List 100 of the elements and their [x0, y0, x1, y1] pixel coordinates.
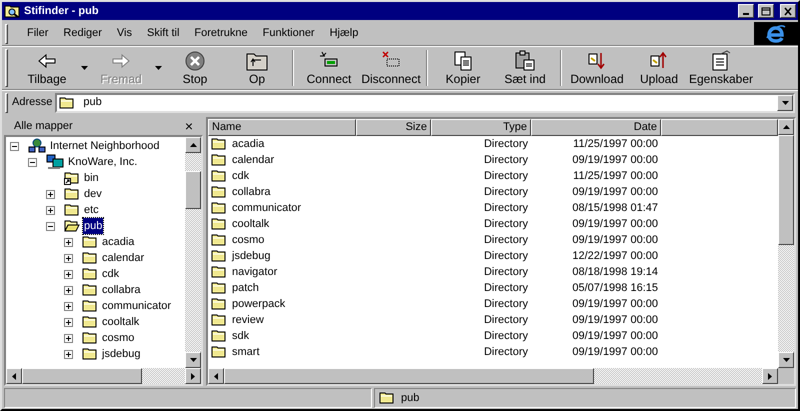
expand-button[interactable] — [64, 270, 73, 278]
menu-item[interactable]: Skift til — [140, 23, 186, 44]
menu-item[interactable]: Funktioner — [256, 23, 322, 44]
close-button[interactable] — [780, 4, 796, 18]
file-name[interactable]: cooltalk — [232, 216, 270, 232]
file-name[interactable]: communicator — [232, 200, 302, 216]
tree-item[interactable]: pub — [83, 218, 104, 234]
toolbar-button[interactable]: Tilbage — [16, 48, 78, 88]
expand-button[interactable] — [64, 254, 73, 262]
file-name[interactable]: navigator — [232, 264, 278, 280]
minus-icon — [30, 160, 35, 164]
scroll-left-button[interactable] — [208, 368, 224, 384]
toolbar-button[interactable]: Op — [226, 48, 288, 88]
vertical-scrollbar[interactable] — [778, 119, 794, 368]
file-name[interactable]: cdk — [232, 168, 250, 184]
toolbar-button[interactable]: Disconnect — [360, 48, 422, 88]
expand-button[interactable] — [46, 206, 55, 214]
expand-button[interactable] — [64, 302, 73, 310]
address-field[interactable]: pub — [55, 92, 795, 112]
toolbar-button[interactable]: Egenskaber — [690, 48, 752, 88]
vertical-scrollbar[interactable] — [185, 137, 201, 368]
expand-button[interactable] — [64, 286, 73, 294]
expand-button[interactable] — [64, 334, 73, 342]
table-cell: 09/19/1997 00:00 — [572, 298, 658, 310]
plus-icon — [66, 288, 71, 292]
folder-icon — [211, 153, 227, 167]
toolbar-button[interactable]: Sæt ind — [494, 48, 556, 88]
menu-item[interactable]: Rediger — [56, 23, 109, 44]
scroll-down-button[interactable] — [185, 352, 201, 368]
file-name[interactable]: cosmo — [232, 232, 264, 248]
collapse-button[interactable] — [10, 142, 19, 150]
folder-icon — [211, 217, 227, 231]
column-header[interactable]: Size — [356, 119, 431, 136]
toolbar-button[interactable]: Upload — [628, 48, 690, 88]
expand-button[interactable] — [64, 238, 73, 246]
close-icon — [783, 6, 793, 16]
left-arrow-icon — [10, 372, 18, 380]
toolbar-button[interactable]: Stop — [164, 48, 226, 88]
scroll-right-button[interactable] — [762, 368, 778, 384]
tree-item[interactable]: calendar — [101, 250, 146, 266]
scrollbar-thumb[interactable] — [22, 368, 142, 384]
file-name[interactable]: powerpack — [232, 296, 286, 312]
menu-item[interactable]: Foretrukne — [187, 23, 255, 44]
file-name[interactable]: collabra — [232, 184, 271, 200]
scrollbar-thumb[interactable] — [778, 135, 794, 245]
tree-item[interactable]: dev — [83, 186, 103, 202]
file-name[interactable]: smart — [232, 344, 260, 360]
horizontal-scrollbar[interactable] — [208, 368, 778, 384]
tree-item[interactable]: etc — [83, 202, 100, 218]
folder-icon — [64, 187, 80, 201]
expand-button[interactable] — [46, 190, 55, 198]
column-header[interactable]: Date — [531, 119, 661, 136]
scrollbar-thumb[interactable] — [185, 171, 201, 209]
right-arrow-icon — [766, 372, 774, 380]
scroll-right-button[interactable] — [185, 368, 201, 384]
dropdown-button[interactable] — [777, 94, 793, 110]
menu-item[interactable]: Filer — [20, 23, 56, 44]
scroll-up-button[interactable] — [778, 119, 794, 135]
tree-item[interactable]: collabra — [101, 282, 142, 298]
scroll-up-button[interactable] — [185, 137, 201, 153]
column-header[interactable] — [661, 119, 778, 136]
minimize-button[interactable] — [738, 4, 754, 18]
folder-icon — [82, 235, 98, 249]
expand-button[interactable] — [64, 350, 73, 358]
table-cell: Directory — [484, 170, 528, 182]
tree-item[interactable]: jsdebug — [101, 346, 142, 362]
toolbar-button[interactable]: Kopier — [432, 48, 494, 88]
scroll-down-button[interactable] — [778, 352, 794, 368]
maximize-button[interactable] — [758, 4, 774, 18]
tree-item[interactable]: KnoWare, Inc. — [67, 154, 138, 170]
folder-icon — [82, 315, 98, 329]
toolbar-button[interactable]: Download — [566, 48, 628, 88]
tree-item[interactable]: bin — [83, 170, 100, 186]
scroll-left-button[interactable] — [6, 368, 22, 384]
file-name[interactable]: jsdebug — [232, 248, 271, 264]
tree-item[interactable]: cosmo — [101, 330, 136, 346]
expand-button[interactable] — [64, 318, 73, 326]
scrollbar-thumb[interactable] — [224, 368, 594, 384]
collapse-button[interactable] — [28, 158, 37, 166]
menu-item[interactable]: Vis — [110, 23, 140, 44]
tree-item[interactable]: acadia — [101, 234, 136, 250]
collapse-button[interactable] — [46, 222, 55, 230]
tree-item[interactable]: communicator — [101, 298, 172, 314]
file-name[interactable]: sdk — [232, 328, 250, 344]
file-name[interactable]: review — [232, 312, 264, 328]
explorer-icon — [4, 4, 20, 18]
column-header[interactable]: Type — [431, 119, 531, 136]
plus-icon — [66, 336, 71, 340]
file-name[interactable]: patch — [232, 280, 259, 296]
file-name[interactable]: acadia — [232, 136, 264, 152]
horizontal-scrollbar[interactable] — [6, 368, 201, 384]
tree-item[interactable]: cooltalk — [101, 314, 140, 330]
toolbar-button[interactable]: Connect — [298, 48, 360, 88]
folder-icon — [211, 345, 227, 359]
menu-item[interactable]: Hjælp — [322, 23, 366, 44]
close-pane-button[interactable]: × — [184, 119, 193, 133]
file-name[interactable]: calendar — [232, 152, 274, 168]
tree-item[interactable]: cdk — [101, 266, 120, 282]
column-header[interactable]: Name — [208, 119, 356, 136]
tree-item[interactable]: Internet Neighborhood — [49, 138, 160, 154]
